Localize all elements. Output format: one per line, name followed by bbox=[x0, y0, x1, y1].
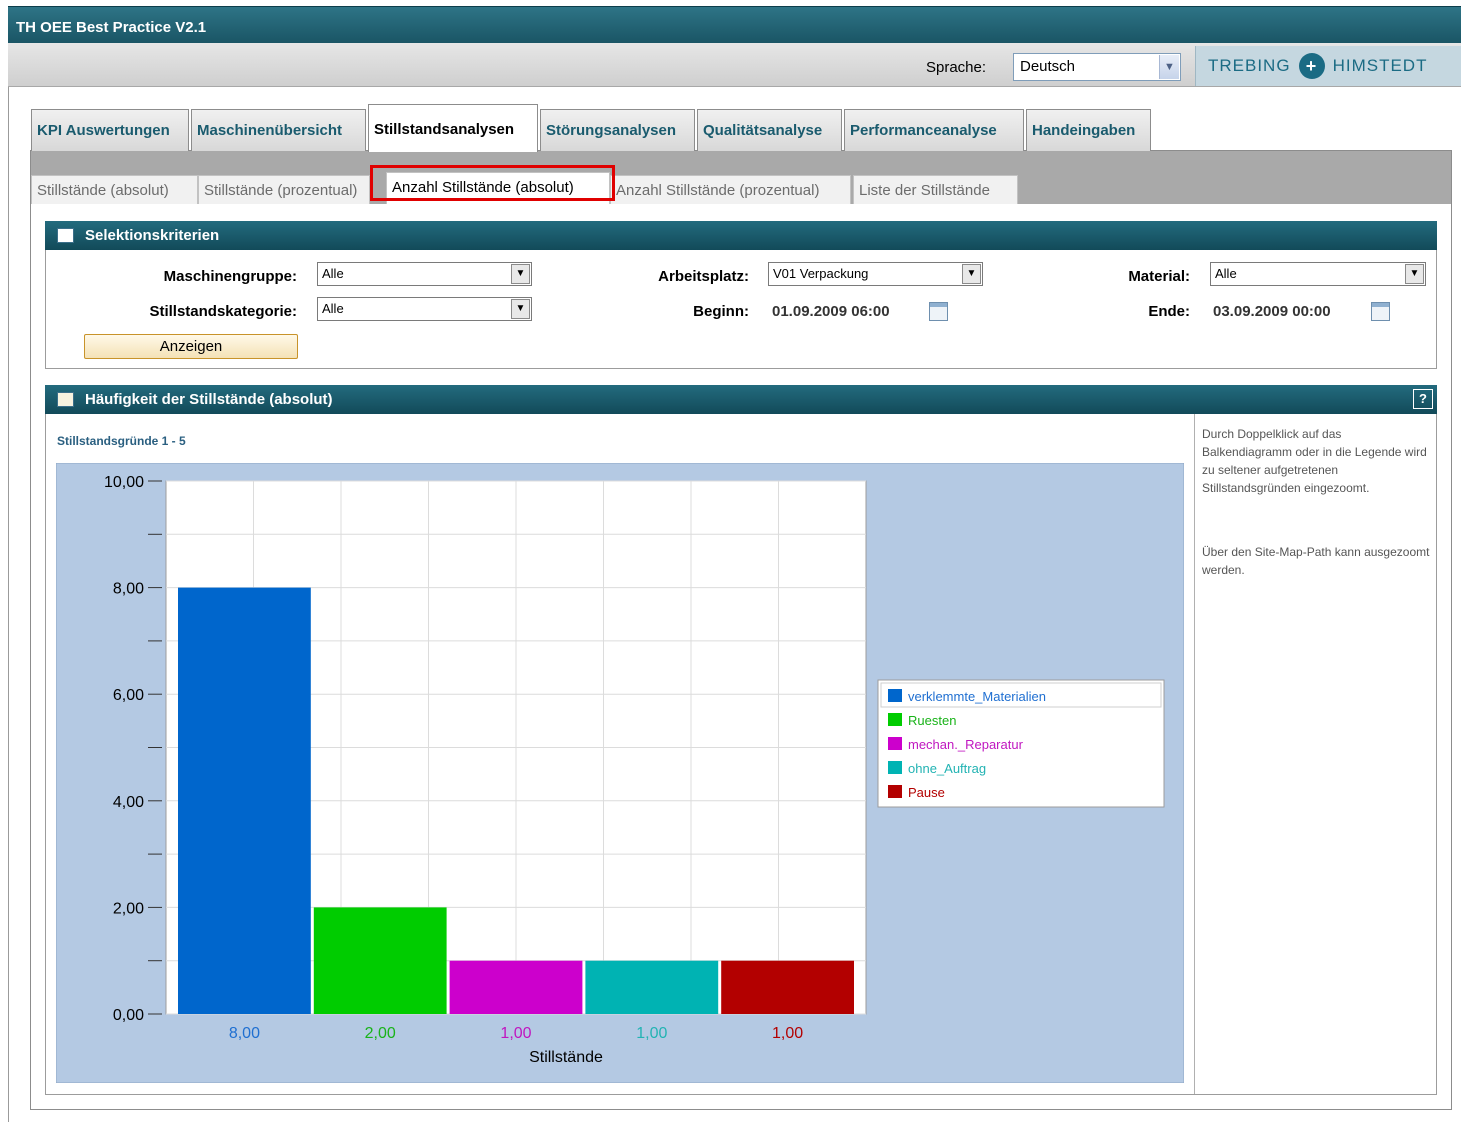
selection-title: Selektionskriterien bbox=[85, 227, 220, 244]
begin-label: Beginn: bbox=[693, 303, 749, 320]
app-title: TH OEE Best Practice V2.1 bbox=[16, 19, 207, 36]
bar-verklemmte_Materialien[interactable] bbox=[178, 587, 311, 1014]
y-tick-label: 0,00 bbox=[113, 1007, 144, 1024]
y-tick-label: 4,00 bbox=[113, 794, 144, 811]
y-tick-label: 10,00 bbox=[104, 474, 144, 491]
legend-entry[interactable]: verklemmte_Materialien bbox=[908, 689, 1046, 704]
legend-swatch bbox=[888, 785, 902, 798]
y-tick-label: 8,00 bbox=[113, 581, 144, 598]
tab-maschinenuebersicht[interactable]: Maschinenübersicht bbox=[191, 109, 366, 151]
chart-subtitle: Stillstandsgründe 1 - 5 bbox=[57, 434, 186, 448]
chart-legend: verklemmte_Materialien Ruesten mechan._Rep… bbox=[877, 679, 1165, 808]
bar-value-label: 2,00 bbox=[365, 1025, 396, 1042]
y-tick-label: 6,00 bbox=[113, 687, 144, 704]
downtime-bar-chart[interactable]: 0,00 2,00 4,00 6,00 8,00 10,00 8,00 2,00 1,00 1,… bbox=[56, 463, 1184, 1083]
tab-performanceanalyse[interactable]: Performanceanalyse bbox=[844, 109, 1024, 151]
begin-value: 01.09.2009 06:00 bbox=[772, 303, 890, 320]
subtab-liste-stillstaende[interactable]: Liste der Stillstände bbox=[853, 175, 1018, 204]
x-axis-label: Stillstände bbox=[529, 1049, 603, 1066]
legend-entry[interactable]: ohne_Auftrag bbox=[908, 761, 986, 776]
chevron-down-icon[interactable]: ▼ bbox=[511, 264, 530, 284]
bar-Pause[interactable] bbox=[721, 960, 854, 1014]
bar-value-label: 1,00 bbox=[772, 1025, 803, 1042]
calendar-icon[interactable] bbox=[1371, 302, 1390, 321]
bar-value-label: 1,00 bbox=[500, 1025, 531, 1042]
legend-swatch bbox=[888, 689, 902, 702]
chevron-down-icon[interactable]: ▼ bbox=[1159, 55, 1179, 79]
y-tick-label: 2,00 bbox=[113, 900, 144, 917]
material-value: Alle bbox=[1215, 266, 1237, 281]
tab-handeingaben[interactable]: Handeingaben bbox=[1026, 109, 1151, 151]
bar-value-label: 8,00 bbox=[229, 1025, 260, 1042]
app-title-bar: TH OEE Best Practice V2.1 bbox=[8, 6, 1461, 43]
calendar-icon[interactable] bbox=[929, 302, 948, 321]
side-note-zoom-out: Über den Site-Map-Path kann ausgezoomt w… bbox=[1202, 545, 1430, 577]
bar-value-label: 1,00 bbox=[636, 1025, 667, 1042]
page-border bbox=[8, 87, 9, 1122]
tab-qualitaetsanalyse[interactable]: Qualitätsanalyse bbox=[697, 109, 842, 151]
side-note-zoom-in: Durch Doppelklick auf das Balkendiagramm… bbox=[1202, 427, 1427, 495]
show-button[interactable]: Anzeigen bbox=[84, 334, 298, 359]
workplace-select[interactable]: V01 Verpackung ▼ bbox=[768, 262, 983, 286]
end-label: Ende: bbox=[1148, 303, 1190, 320]
legend-entry[interactable]: mechan._Reparatur bbox=[908, 737, 1024, 752]
calendar-list-icon bbox=[57, 228, 74, 243]
tab-stillstandsanalysen[interactable]: Stillstandsanalysen bbox=[368, 104, 538, 152]
legend-entry[interactable]: Pause bbox=[908, 785, 945, 800]
legend-swatch bbox=[888, 761, 902, 774]
help-icon[interactable]: ? bbox=[1413, 389, 1433, 409]
panel-divider bbox=[1194, 414, 1195, 1094]
subtab-stillstaende-prozentual[interactable]: Stillstände (prozentual) bbox=[198, 175, 370, 204]
material-label: Material: bbox=[1128, 268, 1190, 285]
tab-kpi-auswertungen[interactable]: KPI Auswertungen bbox=[31, 109, 189, 151]
legend-swatch bbox=[888, 737, 902, 750]
subtab-stillstaende-absolut[interactable]: Stillstände (absolut) bbox=[31, 175, 198, 204]
tab-stoerungsanalysen[interactable]: Störungsanalysen bbox=[540, 109, 695, 151]
machine-group-select[interactable]: Alle ▼ bbox=[317, 262, 532, 286]
legend-swatch bbox=[888, 713, 902, 726]
chevron-down-icon[interactable]: ▼ bbox=[511, 299, 530, 319]
category-label: Stillstandskategorie: bbox=[149, 303, 297, 320]
material-select[interactable]: Alle ▼ bbox=[1210, 262, 1426, 286]
language-selected-value: Deutsch bbox=[1020, 58, 1076, 75]
highlight-box bbox=[370, 165, 615, 201]
chevron-down-icon[interactable]: ▼ bbox=[1405, 264, 1424, 284]
chart-panel-title: Häufigkeit der Stillstände (absolut) bbox=[85, 391, 333, 408]
workplace-value: V01 Verpackung bbox=[773, 266, 869, 281]
language-label: Sprache: bbox=[926, 59, 987, 76]
machine-group-label: Maschinengruppe: bbox=[163, 268, 297, 285]
subtab-anzahl-prozentual[interactable]: Anzahl Stillstände (prozentual) bbox=[610, 175, 851, 204]
workplace-label: Arbeitsplatz: bbox=[658, 268, 749, 285]
category-value: Alle bbox=[322, 301, 344, 316]
bar-Ruesten[interactable] bbox=[313, 907, 447, 1014]
brand-logo: TREBING + HIMSTEDT bbox=[1195, 46, 1461, 86]
bar-chart-icon bbox=[57, 392, 74, 407]
category-select[interactable]: Alle ▼ bbox=[317, 297, 532, 321]
bar-mechan._Reparatur[interactable] bbox=[449, 960, 583, 1014]
end-value: 03.09.2009 00:00 bbox=[1213, 303, 1331, 320]
machine-group-value: Alle bbox=[322, 266, 344, 281]
chart-panel-header: Häufigkeit der Stillstände (absolut) ? bbox=[45, 385, 1437, 414]
plus-circle-icon: + bbox=[1298, 53, 1325, 79]
brand-right: HIMSTEDT bbox=[1332, 56, 1428, 75]
selection-panel-header: Selektionskriterien bbox=[45, 221, 1437, 250]
chevron-down-icon[interactable]: ▼ bbox=[962, 264, 981, 284]
bar-ohne_Auftrag[interactable] bbox=[585, 960, 719, 1014]
language-select[interactable]: Deutsch ▼ bbox=[1013, 53, 1181, 81]
legend-entry[interactable]: Ruesten bbox=[908, 713, 956, 728]
brand-left: TREBING bbox=[1208, 56, 1291, 75]
